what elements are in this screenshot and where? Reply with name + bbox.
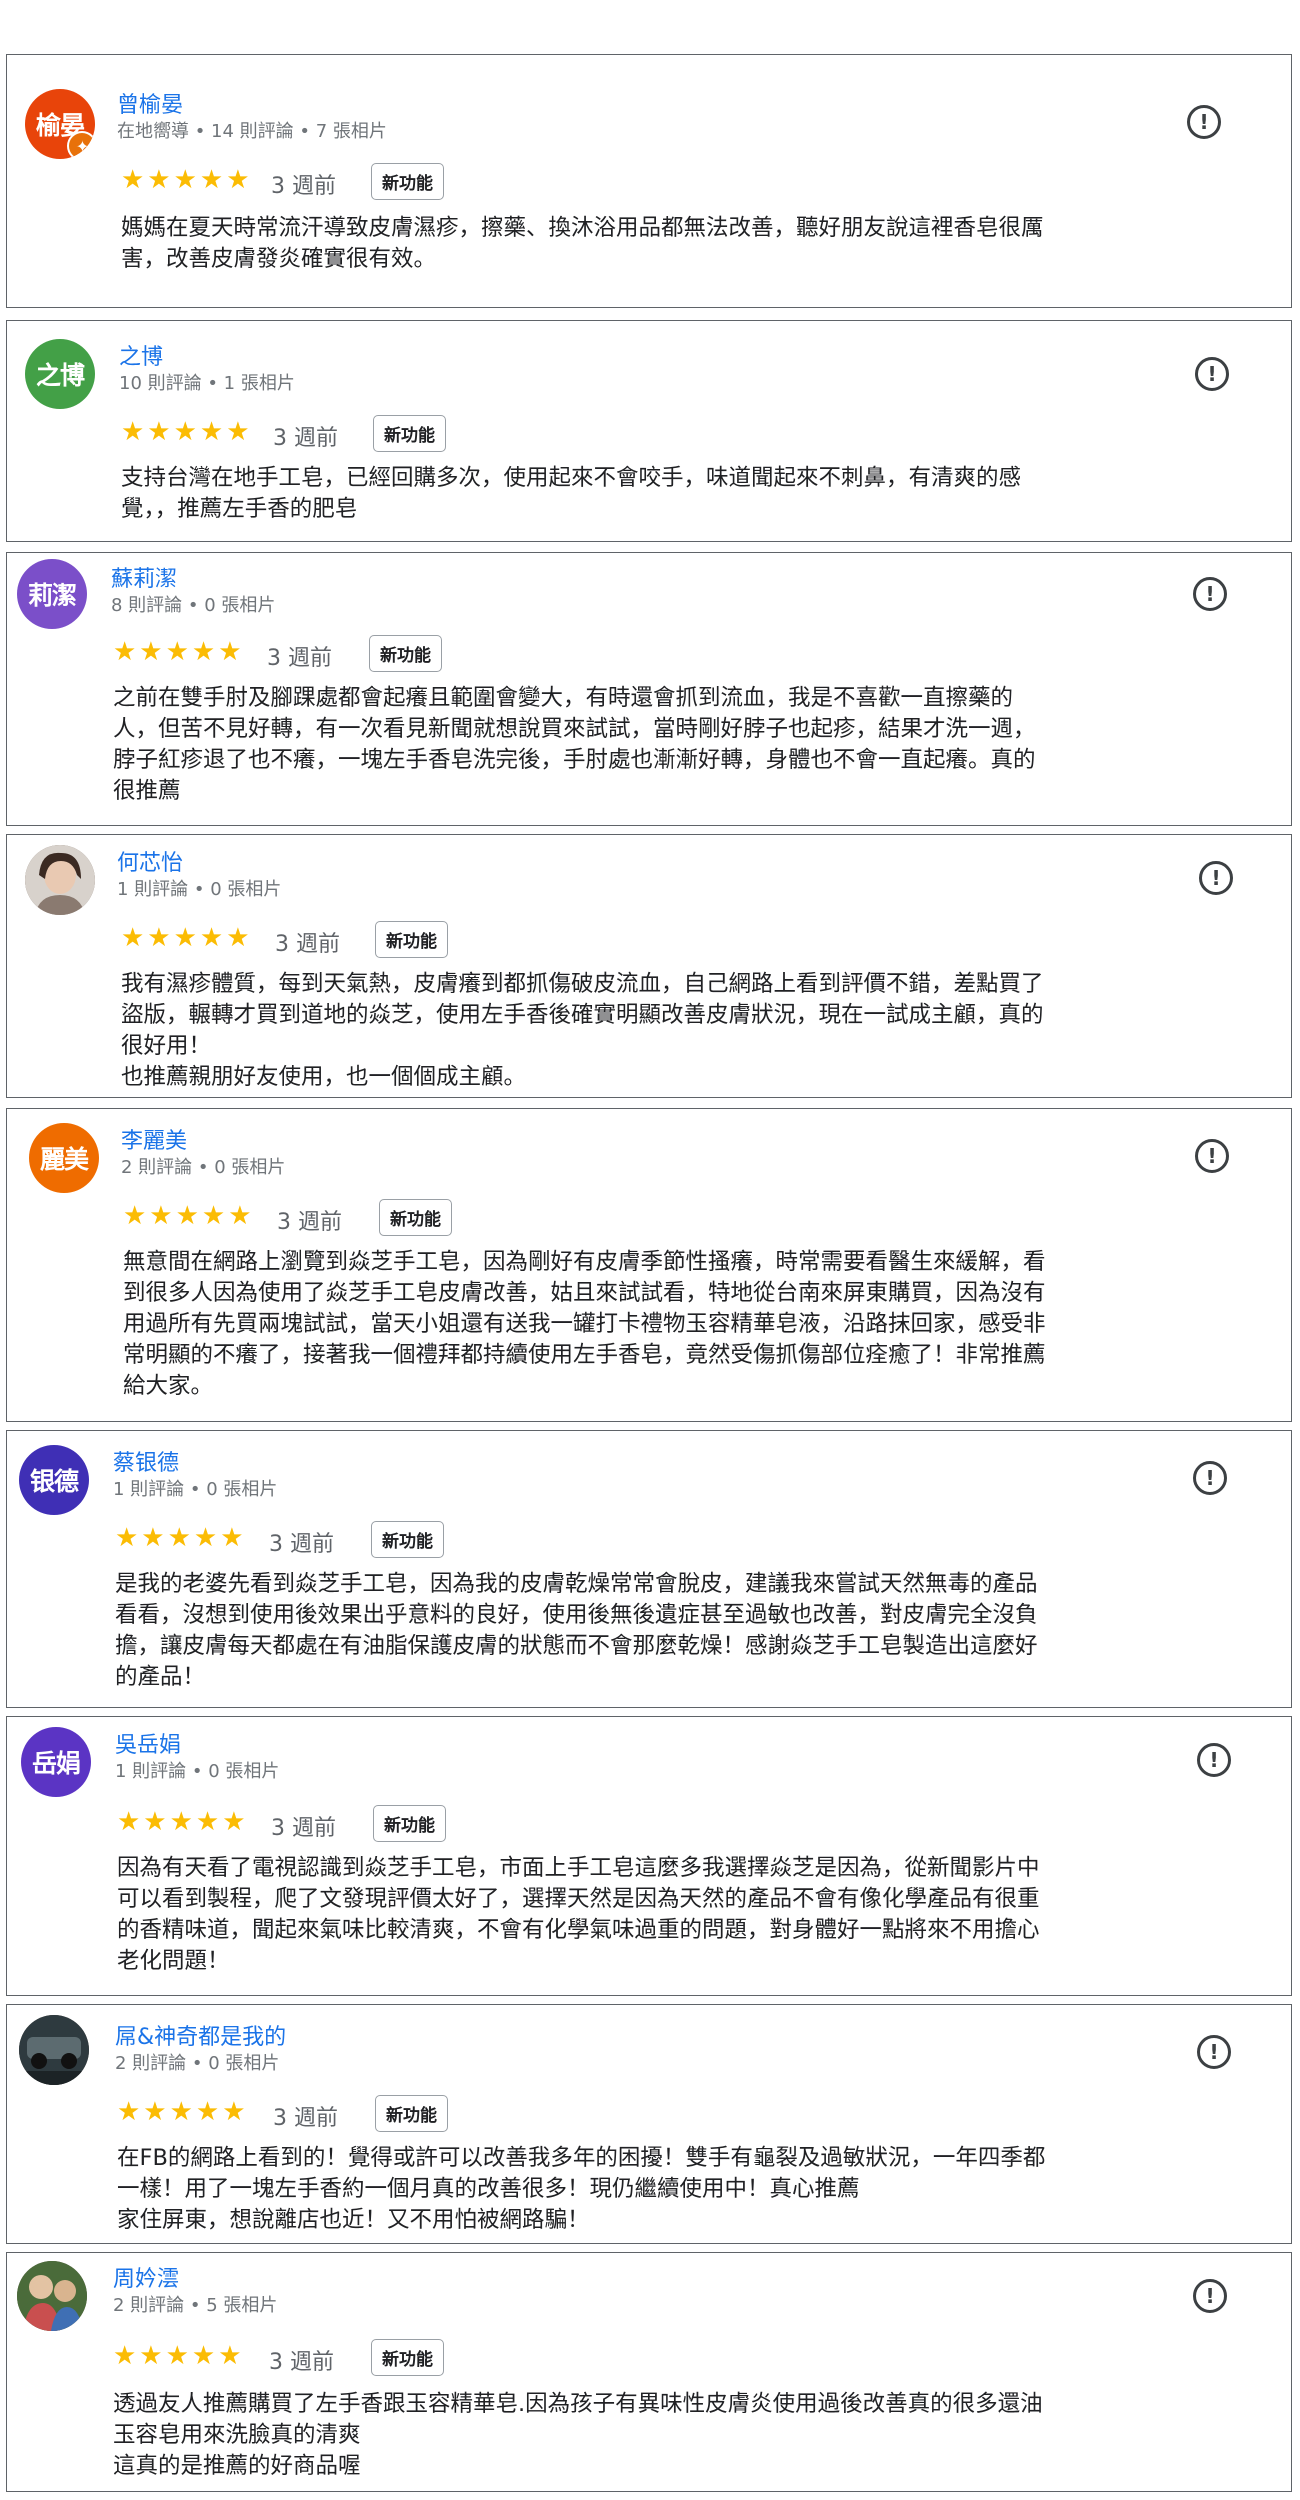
avatar-photo[interactable] <box>19 2015 89 2085</box>
review-time: 3 週前 <box>275 932 340 957</box>
star-rating: ★★★★★ <box>117 1807 249 1837</box>
report-flag-icon[interactable]: ! <box>1195 1139 1229 1173</box>
report-flag-icon[interactable]: ! <box>1193 2279 1227 2313</box>
review-card: 之博 之博 10 則評論 • 1 張相片 ! ★★★★★ 3 週前 新功能 支持… <box>6 320 1292 542</box>
reviewer-meta: 1 則評論 • 0 張相片 <box>115 1761 280 1782</box>
review-card: 莉潔 蘇莉潔 8 則評論 • 0 張相片 ! ★★★★★ 3 週前 新功能 之前… <box>6 552 1292 826</box>
review-card: 麗美 李麗美 2 則評論 • 0 張相片 ! ★★★★★ 3 週前 新功能 無意… <box>6 1108 1292 1422</box>
avatar-initials: 银德 <box>29 1467 79 1496</box>
profile-photo-icon <box>17 2261 87 2331</box>
reviewer-name[interactable]: 李麗美 <box>121 1123 187 1155</box>
report-flag-icon[interactable]: ! <box>1193 577 1227 611</box>
report-flag-icon[interactable]: ! <box>1197 2035 1231 2069</box>
star-rating: ★★★★★ <box>121 417 253 447</box>
star-rating: ★★★★★ <box>121 923 253 953</box>
avatar-initials: 之博 <box>35 361 85 390</box>
avatar[interactable]: 岳娟 <box>21 1727 91 1797</box>
review-time: 3 週前 <box>267 646 332 671</box>
avatar[interactable]: 榆晏 ✦ <box>25 89 95 159</box>
review-text: 是我的老婆先看到焱芝手工皂，因為我的皮膚乾燥常常會脫皮，建議我來嘗試天然無毒的產… <box>115 1571 1038 1690</box>
review-text: 我有濕疹體質，每到天氣熱，皮膚癢到都抓傷破皮流血，自己網路上看到評價不錯，差點買… <box>121 971 1044 1090</box>
avatar-photo[interactable] <box>17 2261 87 2331</box>
report-flag-icon[interactable]: ! <box>1197 1743 1231 1777</box>
review-text: 媽媽在夏天時常流汗導致皮膚濕疹，擦藥、換沐浴用品都無法改善，聽好朋友說這裡香皂很… <box>121 215 1044 272</box>
new-feature-badge[interactable]: 新功能 <box>373 415 446 452</box>
reviewer-meta: 10 則評論 • 1 張相片 <box>119 373 295 394</box>
new-feature-badge[interactable]: 新功能 <box>375 921 448 958</box>
review-card: 银德 蔡银德 1 則評論 • 0 張相片 ! ★★★★★ 3 週前 新功能 是我… <box>6 1430 1292 1708</box>
reviewer-meta: 1 則評論 • 0 張相片 <box>117 879 282 900</box>
reviewer-name[interactable]: 周妗澐 <box>113 2261 179 2293</box>
review-time: 3 週前 <box>277 1210 342 1235</box>
review-text: 因為有天看了電視認識到焱芝手工皂，市面上手工皂這麼多我選擇焱芝是因為，從新聞影片… <box>117 1855 1040 1974</box>
report-flag-icon[interactable]: ! <box>1195 357 1229 391</box>
new-feature-badge[interactable]: 新功能 <box>371 1521 444 1558</box>
review-card: 屌&神奇都是我的 2 則評論 • 0 張相片 ! ★★★★★ 3 週前 新功能 … <box>6 2004 1292 2244</box>
review-time: 3 週前 <box>269 2350 334 2375</box>
reviewer-meta: 2 則評論 • 0 張相片 <box>121 1157 286 1178</box>
review-time: 3 週前 <box>269 1532 334 1557</box>
reviewer-meta: 2 則評論 • 0 張相片 <box>115 2053 280 2074</box>
report-flag-icon[interactable]: ! <box>1187 105 1221 139</box>
new-feature-badge[interactable]: 新功能 <box>373 1805 446 1842</box>
review-text: 支持台灣在地手工皂，已經回購多次，使用起來不會咬手，味道聞起來不刺鼻，有清爽的感… <box>121 465 1022 522</box>
reviewer-meta: 8 則評論 • 0 張相片 <box>111 595 276 616</box>
review-text: 透過友人推薦購買了左手香跟玉容精華皂.因為孩子有異味性皮膚炎使用過後改善真的很多… <box>113 2391 1043 2479</box>
avatar-initials: 莉潔 <box>27 581 77 610</box>
new-feature-badge[interactable]: 新功能 <box>379 1199 452 1236</box>
review-time: 3 週前 <box>273 2106 338 2131</box>
review-text: 在FB的網路上看到的！覺得或許可以改善我多年的困擾！雙手有龜裂及過敏狀況，一年四… <box>117 2145 1046 2233</box>
reviewer-meta: 在地嚮導 • 14 則評論 • 7 張相片 <box>117 121 387 142</box>
profile-photo-icon <box>19 2015 89 2085</box>
reviewer-name[interactable]: 曾榆晏 <box>117 87 183 119</box>
star-rating: ★★★★★ <box>117 2097 249 2127</box>
avatar-initials: 麗美 <box>39 1145 89 1174</box>
review-card: 何芯怡 1 則評論 • 0 張相片 ! ★★★★★ 3 週前 新功能 我有濕疹體… <box>6 834 1292 1098</box>
new-feature-badge[interactable]: 新功能 <box>369 635 442 672</box>
new-feature-badge[interactable]: 新功能 <box>375 2095 448 2132</box>
report-flag-icon[interactable]: ! <box>1193 1461 1227 1495</box>
reviewer-name[interactable]: 吳岳娟 <box>115 1727 181 1759</box>
avatar-photo[interactable] <box>25 845 95 915</box>
review-card: 岳娟 吳岳娟 1 則評論 • 0 張相片 ! ★★★★★ 3 週前 新功能 因為… <box>6 1716 1292 1996</box>
avatar[interactable]: 麗美 <box>29 1123 99 1193</box>
reviewer-meta: 2 則評論 • 5 張相片 <box>113 2295 278 2316</box>
reviewer-meta: 1 則評論 • 0 張相片 <box>113 1479 278 1500</box>
star-rating: ★★★★★ <box>113 637 245 667</box>
star-rating: ★★★★★ <box>121 165 253 195</box>
review-time: 3 週前 <box>271 1816 336 1841</box>
star-rating: ★★★★★ <box>123 1201 255 1231</box>
review-text: 之前在雙手肘及腳踝處都會起癢且範圍會變大，有時還會抓到流血，我是不喜歡一直擦藥的… <box>113 685 1036 804</box>
new-feature-badge[interactable]: 新功能 <box>371 163 444 200</box>
reviewer-name[interactable]: 何芯怡 <box>117 845 183 877</box>
local-guide-badge-icon: ✦ <box>67 131 95 159</box>
review-card: 周妗澐 2 則評論 • 5 張相片 ! ★★★★★ 3 週前 新功能 透過友人推… <box>6 2252 1292 2492</box>
star-rating: ★★★★★ <box>113 2341 245 2371</box>
avatar[interactable]: 之博 <box>25 339 95 409</box>
review-time: 3 週前 <box>273 426 338 451</box>
avatar-initials: 岳娟 <box>31 1749 81 1778</box>
new-feature-badge[interactable]: 新功能 <box>371 2339 444 2376</box>
reviewer-name[interactable]: 屌&神奇都是我的 <box>115 2019 286 2051</box>
reviewer-name[interactable]: 蔡银德 <box>113 1445 179 1477</box>
review-card: 榆晏 ✦ 曾榆晏 在地嚮導 • 14 則評論 • 7 張相片 ! ★★★★★ 3… <box>6 54 1292 308</box>
review-text: 無意間在網路上瀏覽到焱芝手工皂，因為剛好有皮膚季節性搔癢，時常需要看醫生來緩解，… <box>123 1249 1046 1399</box>
report-flag-icon[interactable]: ! <box>1199 861 1233 895</box>
review-time: 3 週前 <box>271 174 336 199</box>
reviewer-name[interactable]: 之博 <box>119 339 163 371</box>
star-rating: ★★★★★ <box>115 1523 247 1553</box>
avatar[interactable]: 莉潔 <box>17 559 87 629</box>
profile-photo-icon <box>25 845 95 915</box>
reviewer-name[interactable]: 蘇莉潔 <box>111 561 177 593</box>
avatar[interactable]: 银德 <box>19 1445 89 1515</box>
